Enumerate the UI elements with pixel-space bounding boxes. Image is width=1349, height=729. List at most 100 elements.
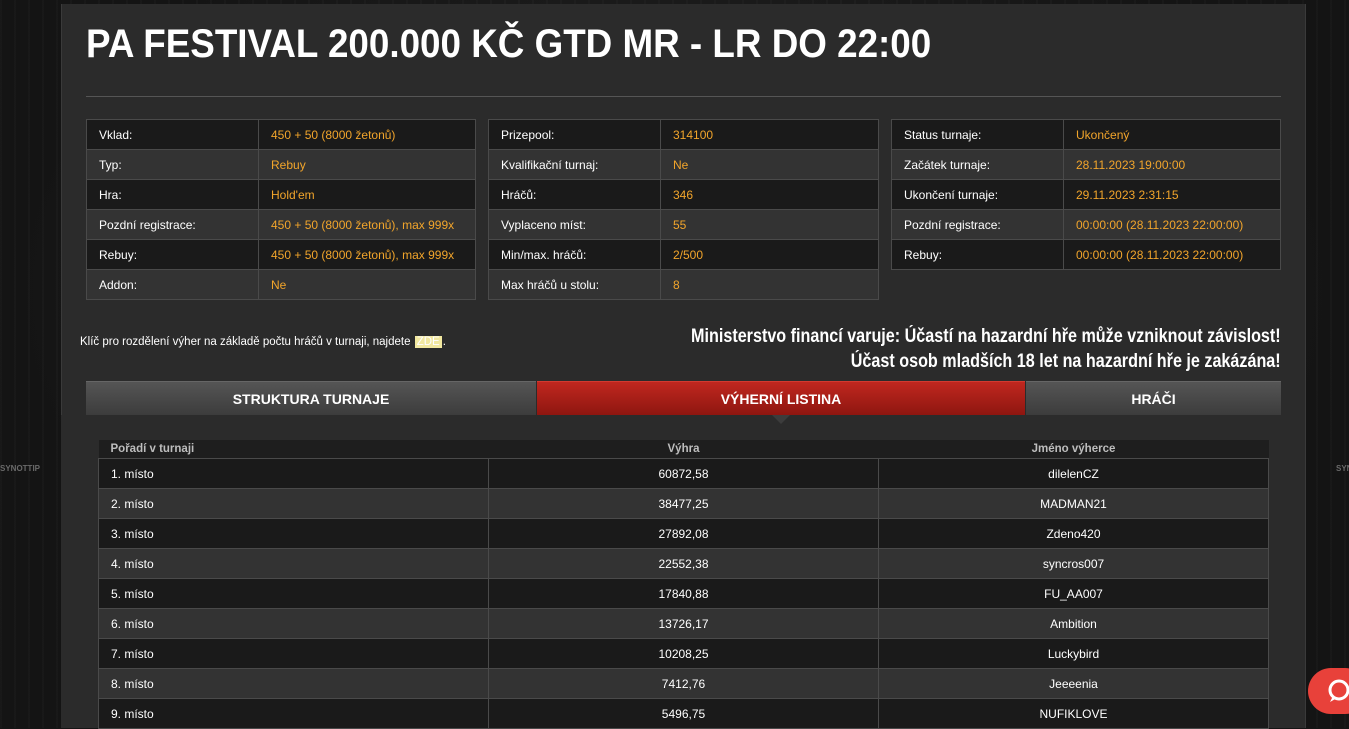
- info-label: Typ:: [86, 149, 259, 180]
- info-row: Hra: Hold'em: [86, 179, 476, 210]
- table-row: 9. místo 5496,75 NUFIKLOVE: [98, 698, 1269, 729]
- chat-bubble-icon: [1328, 679, 1349, 702]
- payout-key-note: Klíč pro rozdělení výher na základě počt…: [80, 336, 446, 348]
- tab-players[interactable]: HRÁČI: [1026, 381, 1281, 415]
- prize-cell: 17840,88: [488, 578, 879, 609]
- rank-cell: 9. místo: [98, 698, 489, 729]
- prize-cell: 22552,38: [488, 548, 879, 579]
- info-value: 8: [660, 269, 879, 300]
- info-row: Min/max. hráčů: 2/500: [488, 239, 879, 270]
- info-value: Ne: [258, 269, 476, 300]
- winner-name-cell: FU_AA007: [878, 578, 1269, 609]
- info-value: Ne: [660, 149, 879, 180]
- info-value: Rebuy: [258, 149, 476, 180]
- info-row: Addon: Ne: [86, 269, 476, 300]
- gambling-warning-line2: Účast osob mladších 18 let na hazardní h…: [851, 351, 1281, 372]
- info-value: 346: [660, 179, 879, 210]
- rank-cell: 4. místo: [98, 548, 489, 579]
- prize-cell: 27892,08: [488, 518, 879, 549]
- winner-name-cell: Ambition: [878, 608, 1269, 639]
- info-row: Typ: Rebuy: [86, 149, 476, 180]
- info-label: Rebuy:: [891, 239, 1064, 270]
- tab-winners[interactable]: VÝHERNÍ LISTINA: [537, 381, 1025, 415]
- prize-cell: 5496,75: [488, 698, 879, 729]
- active-tab-pointer: [772, 415, 790, 424]
- info-row: Max hráčů u stolu: 8: [488, 269, 879, 300]
- info-label: Kvalifikační turnaj:: [488, 149, 661, 180]
- info-row: Hráčů: 346: [488, 179, 879, 210]
- info-row: Vyplaceno míst: 55: [488, 209, 879, 240]
- table-row: 8. místo 7412,76 Jeeeenia: [98, 668, 1269, 699]
- info-row: Rebuy: 450 + 50 (8000 žetonů), max 999x: [86, 239, 476, 270]
- table-row: 5. místo 17840,88 FU_AA007: [98, 578, 1269, 609]
- info-label: Hráčů:: [488, 179, 661, 210]
- winner-name-cell: Jeeeenia: [878, 668, 1269, 699]
- info-value: 55: [660, 209, 879, 240]
- info-label: Addon:: [86, 269, 259, 300]
- winner-name-cell: dilelenCZ: [878, 458, 1269, 489]
- info-row: Kvalifikační turnaj: Ne: [488, 149, 879, 180]
- info-row: Status turnaje: Ukončený: [891, 119, 1281, 150]
- prize-cell: 38477,25: [488, 488, 879, 519]
- tab-structure[interactable]: STRUKTURA TURNAJE: [86, 381, 536, 415]
- header-rank: Pořadí v turnaji: [98, 440, 489, 459]
- info-value: 450 + 50 (8000 žetonů), max 999x: [258, 239, 476, 270]
- info-label: Začátek turnaje:: [891, 149, 1064, 180]
- info-label: Rebuy:: [86, 239, 259, 270]
- info-label: Max hráčů u stolu:: [488, 269, 661, 300]
- table-row: 7. místo 10208,25 Luckybird: [98, 638, 1269, 669]
- info-value: Hold'em: [258, 179, 476, 210]
- page-title: PA FESTIVAL 200.000 KČ GTD MR - LR DO 22…: [86, 22, 932, 66]
- winners-table: Pořadí v turnaji Výhra Jméno výherce 1. …: [98, 440, 1269, 729]
- winners-header-row: Pořadí v turnaji Výhra Jméno výherce: [98, 440, 1269, 459]
- info-label: Ukončení turnaje:: [891, 179, 1064, 210]
- info-row: Rebuy: 00:00:00 (28.11.2023 22:00:00): [891, 239, 1281, 270]
- winner-name-cell: Zdeno420: [878, 518, 1269, 549]
- gambling-warning: Ministerstvo financí varuje: Účastí na h…: [587, 324, 1281, 374]
- winner-name-cell: NUFIKLOVE: [878, 698, 1269, 729]
- info-value: 28.11.2023 19:00:00: [1063, 149, 1281, 180]
- table-row: 6. místo 13726,17 Ambition: [98, 608, 1269, 639]
- rank-cell: 5. místo: [98, 578, 489, 609]
- winner-name-cell: Luckybird: [878, 638, 1269, 669]
- info-label: Prizepool:: [488, 119, 661, 150]
- rank-cell: 2. místo: [98, 488, 489, 519]
- rank-cell: 8. místo: [98, 668, 489, 699]
- payout-key-link[interactable]: ZDE: [414, 336, 442, 348]
- info-value: 29.11.2023 2:31:15: [1063, 179, 1281, 210]
- winner-name-cell: syncros007: [878, 548, 1269, 579]
- info-value: 00:00:00 (28.11.2023 22:00:00): [1063, 209, 1281, 240]
- title-divider: [86, 96, 1281, 97]
- header-prize: Výhra: [488, 440, 879, 459]
- table-row: 2. místo 38477,25 MADMAN21: [98, 488, 1269, 519]
- info-row: Vklad: 450 + 50 (8000 žetonů): [86, 119, 476, 150]
- gambling-warning-line1: Ministerstvo financí varuje: Účastí na h…: [691, 326, 1281, 347]
- info-row: Začátek turnaje: 28.11.2023 19:00:00: [891, 149, 1281, 180]
- info-value: Ukončený: [1063, 119, 1281, 150]
- rank-cell: 7. místo: [98, 638, 489, 669]
- info-table-status: Status turnaje: Ukončený Začátek turnaje: 2…: [891, 119, 1281, 270]
- payout-key-text: Klíč pro rozdělení výher na základě počt…: [80, 336, 411, 348]
- info-label: Min/max. hráčů:: [488, 239, 661, 270]
- table-row: 4. místo 22552,38 syncros007: [98, 548, 1269, 579]
- info-label: Status turnaje:: [891, 119, 1064, 150]
- prize-cell: 10208,25: [488, 638, 879, 669]
- payout-key-suffix: .: [442, 336, 446, 348]
- info-row: Pozdní registrace: 450 + 50 (8000 žetonů)…: [86, 209, 476, 240]
- info-value: 00:00:00 (28.11.2023 22:00:00): [1063, 239, 1281, 270]
- info-row: Pozdní registrace: 00:00:00 (28.11.2023 2…: [891, 209, 1281, 240]
- header-winner-name: Jméno výherce: [878, 440, 1269, 459]
- table-row: 1. místo 60872,58 dilelenCZ: [98, 458, 1269, 489]
- rank-cell: 1. místo: [98, 458, 489, 489]
- info-value: 450 + 50 (8000 žetonů), max 999x: [258, 209, 476, 240]
- info-label: Vklad:: [86, 119, 259, 150]
- info-label: Vyplaceno míst:: [488, 209, 661, 240]
- info-row: Prizepool: 314100: [488, 119, 879, 150]
- prize-cell: 13726,17: [488, 608, 879, 639]
- info-row: Ukončení turnaje: 29.11.2023 2:31:15: [891, 179, 1281, 210]
- table-row: 3. místo 27892,08 Zdeno420: [98, 518, 1269, 549]
- info-value: 314100: [660, 119, 879, 150]
- chat-button[interactable]: [1308, 668, 1349, 714]
- side-logo-right: SYNOTTIP: [1336, 464, 1349, 473]
- info-label: Pozdní registrace:: [891, 209, 1064, 240]
